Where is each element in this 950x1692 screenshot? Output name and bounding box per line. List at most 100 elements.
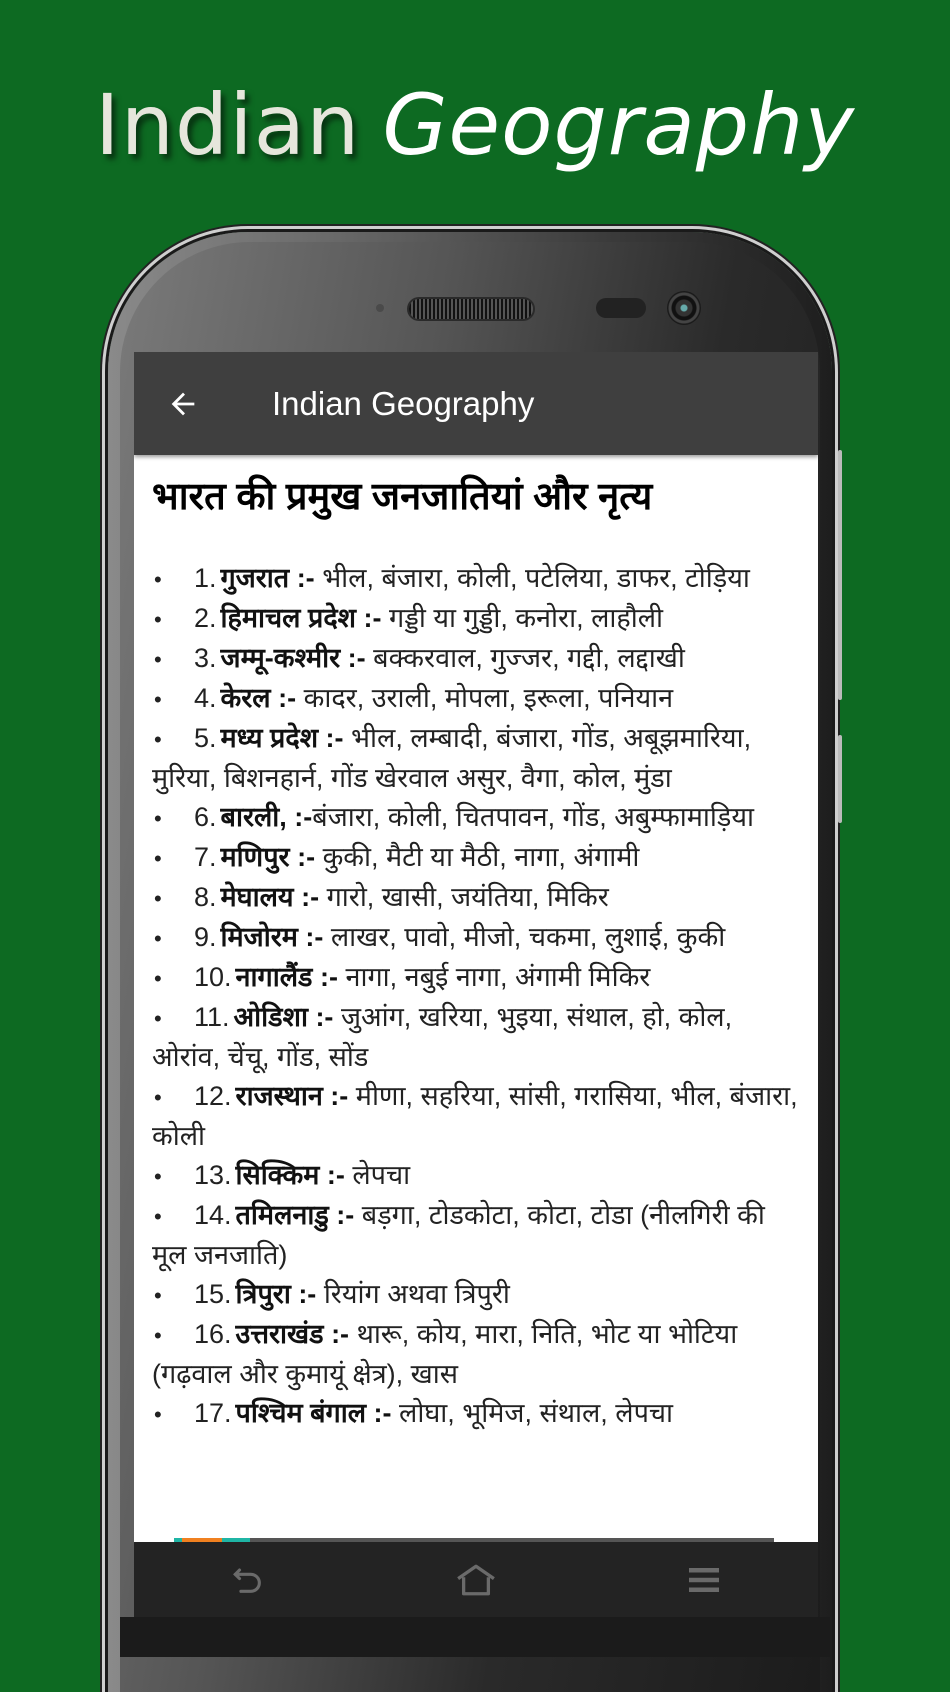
bullet-icon: • — [154, 1085, 162, 1110]
item-number: 10. — [194, 962, 232, 992]
bullet-icon: • — [154, 846, 162, 871]
tribe-names: लेपचा — [344, 1160, 411, 1190]
tribe-names: गड्डी या गुड्डी, कनोरा, लाहौली — [381, 603, 663, 633]
tribe-names: बंजारा, कोली, चितपावन, गोंड, अबुम्फामाड़… — [312, 802, 755, 832]
state-name: सिक्किम :- — [235, 1160, 345, 1190]
arrow-left-icon — [171, 392, 195, 415]
item-number: 17. — [194, 1398, 232, 1428]
tribe-list-item: • 14. तमिलनाडु :- बड़गा, टोडकोटा, कोटा, टो… — [152, 1196, 800, 1275]
state-name: तमिलनाडु :- — [235, 1200, 355, 1230]
state-name: उत्तराखंड :- — [235, 1319, 350, 1349]
item-number: 16. — [194, 1319, 232, 1349]
bullet-icon: • — [154, 647, 162, 672]
tribe-list-item: • 12. राजस्थान :- मीणा, सहरिया, सांसी, गरा… — [152, 1077, 800, 1156]
item-number: 14. — [194, 1200, 232, 1230]
tribe-names: लाखर, पावो, मीजो, चकमा, लुशाई, कुकी — [323, 922, 726, 952]
tribe-names: नागा, नबुई नागा, अंगामी मिकिर — [337, 962, 651, 992]
light-sensor — [376, 304, 384, 312]
tribe-list-item: • 6. बारली, :-बंजारा, कोली, चितपावन, गोंड,… — [152, 798, 800, 838]
tribe-list-item: • 8. मेघालय :- गारो, खासी, जयंतिया, मिकिर — [152, 878, 800, 918]
app-bar: Indian Geography — [134, 352, 818, 455]
volume-button — [838, 450, 842, 700]
state-name: राजस्थान :- — [235, 1081, 349, 1111]
bullet-icon: • — [154, 886, 162, 911]
tribe-list-item: • 10. नागालैंड :- नागा, नबुई नागा, अंगामी … — [152, 958, 800, 998]
state-name: गुजरात :- — [220, 563, 315, 593]
state-name: केरल :- — [220, 683, 297, 713]
back-icon — [233, 1568, 261, 1593]
state-name: त्रिपुरा :- — [235, 1279, 317, 1309]
nav-menu-button[interactable] — [674, 1555, 734, 1605]
bullet-icon: • — [154, 1323, 162, 1348]
banner-title: Indian Geography — [0, 55, 950, 195]
bullet-icon: • — [154, 1006, 162, 1031]
tribe-list-item: • 16. उत्तराखंड :- थारू, कोय, मारा, निति, … — [152, 1315, 800, 1394]
bullet-icon: • — [154, 926, 162, 951]
system-nav-bar — [134, 1542, 818, 1617]
bullet-icon: • — [154, 727, 162, 752]
item-number: 3. — [194, 643, 217, 673]
tribe-names: भील, बंजारा, कोली, पटेलिया, डाफर, टोड़िय… — [314, 563, 750, 593]
nav-back-button[interactable] — [218, 1555, 278, 1605]
tribe-list-item: • 17. पश्चिम बंगाल :- लोघा, भूमिज, संथाल, … — [152, 1394, 800, 1434]
bullet-icon: • — [154, 1164, 162, 1189]
bullet-icon: • — [154, 687, 162, 712]
state-name: नागालैंड :- — [235, 962, 338, 992]
banner-title-word1: Indian — [94, 76, 361, 174]
tribe-list-item: • 11. ओडिशा :- जुआंग, खरिया, भुइया, संथाल,… — [152, 998, 800, 1077]
menu-icon — [689, 1567, 719, 1592]
tribe-list-item: • 5. मध्य प्रदेश :- भील, लम्बादी, बंजारा, … — [152, 719, 800, 798]
tribe-list-item: • 15. त्रिपुरा :- रियांग अथवा त्रिपुरी — [152, 1275, 800, 1315]
front-camera — [667, 291, 701, 325]
phone-screen: Indian Geography भारत की प्रमुख जनजातिया… — [134, 352, 818, 1542]
bullet-icon: • — [154, 1204, 162, 1229]
state-name: मेघालय :- — [220, 882, 320, 912]
state-name: जम्मू-कश्मीर :- — [220, 643, 366, 673]
phone-chin — [120, 1617, 830, 1657]
tribe-list-item: • 4. केरल :- कादर, उराली, मोपला, इरूला, पन… — [152, 679, 800, 719]
earpiece-speaker — [409, 299, 533, 319]
power-button — [838, 735, 842, 823]
bullet-icon: • — [154, 607, 162, 632]
proximity-sensor — [596, 298, 646, 318]
tribe-list: • 1. गुजरात :- भील, बंजारा, कोली, पटेलिया,… — [152, 559, 800, 1434]
home-icon — [457, 1564, 495, 1595]
item-number: 9. — [194, 922, 217, 952]
item-number: 8. — [194, 882, 217, 912]
banner-title-word2: Geography — [382, 76, 856, 174]
state-name: हिमाचल प्रदेश :- — [220, 603, 382, 633]
article-content: भारत की प्रमुख जनजातियां और नृत्य • 1. गुज… — [134, 455, 818, 1434]
bullet-icon: • — [154, 966, 162, 991]
tribe-names: बक्करवाल, गुज्जर, गद्दी, लद्दाखी — [365, 643, 685, 673]
item-number: 12. — [194, 1081, 232, 1111]
item-number: 11. — [194, 1002, 230, 1032]
state-name: मध्य प्रदेश :- — [220, 723, 344, 753]
state-name: बारली, :- — [220, 802, 313, 832]
item-number: 7. — [194, 842, 217, 872]
tribe-names: कुकी, मैटी या मैठी, नागा, अंगामी — [315, 842, 640, 872]
item-number: 2. — [194, 603, 217, 633]
app-title: Indian Geography — [272, 384, 535, 422]
state-name: मणिपुर :- — [220, 842, 316, 872]
tribe-list-item: • 13. सिक्किम :- लेपचा — [152, 1156, 800, 1196]
item-number: 13. — [194, 1160, 232, 1190]
tribe-list-item: • 1. गुजरात :- भील, बंजारा, कोली, पटेलिया,… — [152, 559, 800, 599]
state-name: पश्चिम बंगाल :- — [235, 1398, 392, 1428]
article-heading: भारत की प्रमुख जनजातियां और नृत्य — [152, 476, 653, 518]
tribe-names: रियांग अथवा त्रिपुरी — [316, 1279, 510, 1309]
nav-home-button[interactable] — [446, 1555, 506, 1605]
tribe-names: लोघा, भूमिज, संथाल, लेपचा — [391, 1398, 674, 1428]
bullet-icon: • — [154, 1283, 162, 1308]
bullet-icon: • — [154, 1402, 162, 1427]
item-number: 15. — [194, 1279, 232, 1309]
state-name: ओडिशा :- — [233, 1002, 334, 1032]
bullet-icon: • — [154, 806, 162, 831]
tribe-list-item: • 9. मिजोरम :- लाखर, पावो, मीजो, चकमा, लुश… — [152, 918, 800, 958]
tribe-list-item: • 3. जम्मू-कश्मीर :- बक्करवाल, गुज्जर, गद्… — [152, 639, 800, 679]
item-number: 4. — [194, 683, 217, 713]
back-button[interactable] — [166, 374, 236, 434]
tribe-names: कादर, उराली, मोपला, इरूला, पनियान — [296, 683, 674, 713]
item-number: 5. — [194, 723, 217, 753]
tribe-names: गारो, खासी, जयंतिया, मिकिर — [319, 882, 609, 912]
item-number: 1. — [194, 563, 217, 593]
